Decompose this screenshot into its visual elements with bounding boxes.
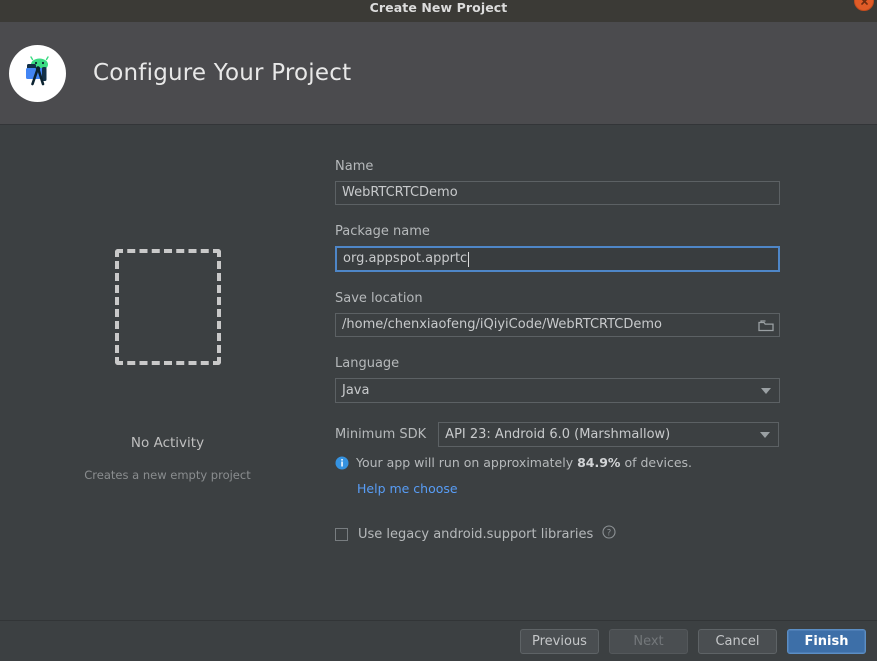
- close-icon[interactable]: [854, 0, 874, 11]
- finish-button[interactable]: Finish: [787, 628, 866, 654]
- save-location-input-value: /home/chenxiaofeng/iQiyiCode/WebRTCRTCDe…: [342, 317, 662, 332]
- legacy-libraries-label: Use legacy android.support libraries: [358, 526, 594, 542]
- android-studio-logo-icon: [9, 44, 66, 102]
- previous-button[interactable]: Previous: [520, 628, 599, 654]
- package-name-input[interactable]: org.appspot.apprtc: [335, 246, 780, 272]
- project-config-form: Name WebRTCRTCDemo Package name org.apps…: [335, 125, 877, 620]
- next-button: Next: [609, 628, 688, 654]
- save-location-input[interactable]: /home/chenxiaofeng/iQiyiCode/WebRTCRTCDe…: [335, 313, 780, 337]
- name-label: Name: [335, 159, 374, 174]
- info-icon: [335, 456, 349, 473]
- window-title-bar: Create New Project: [0, 0, 877, 22]
- question-mark-icon[interactable]: ?: [602, 525, 616, 543]
- page-title: Configure Your Project: [93, 60, 352, 86]
- name-input-value: WebRTCRTCDemo: [342, 185, 458, 200]
- chevron-down-icon: [761, 387, 771, 394]
- legacy-libraries-row: Use legacy android.support libraries ?: [335, 525, 877, 543]
- package-name-field-row: Package name org.appspot.apprtc: [335, 224, 780, 272]
- dashed-square-icon: [114, 249, 221, 365]
- device-coverage-text-before: Your app will run on approximately: [356, 455, 574, 470]
- minimum-sdk-field-row: Minimum SDK API 23: Android 6.0 (Marshma…: [335, 422, 877, 447]
- save-location-field-row: Save location /home/chenxiaofeng/iQiyiCo…: [335, 291, 780, 337]
- language-field-row: Language Java: [335, 356, 780, 403]
- device-coverage-percent: 84.9%: [577, 455, 621, 470]
- activity-template-description: Creates a new empty project: [84, 468, 251, 482]
- dialog-header: Configure Your Project: [0, 22, 877, 125]
- activity-preview-panel: No Activity Creates a new empty project: [0, 125, 335, 620]
- activity-template-name: No Activity: [130, 435, 205, 451]
- minimum-sdk-label: Minimum SDK: [335, 427, 427, 442]
- name-field-row: Name WebRTCRTCDemo: [335, 159, 780, 205]
- cancel-button[interactable]: Cancel: [698, 628, 777, 654]
- name-input[interactable]: WebRTCRTCDemo: [335, 181, 780, 205]
- dialog-body: No Activity Creates a new empty project …: [0, 125, 877, 620]
- device-coverage-note: Your app will run on approximately 84.9%…: [335, 455, 877, 473]
- device-coverage-text-after: of devices.: [624, 455, 693, 470]
- save-location-label: Save location: [335, 291, 423, 306]
- package-name-label: Package name: [335, 224, 430, 239]
- language-select-value: Java: [342, 383, 370, 398]
- dialog-footer: Previous Next Cancel Finish: [0, 620, 877, 661]
- legacy-libraries-checkbox[interactable]: [335, 527, 348, 541]
- minimum-sdk-select[interactable]: API 23: Android 6.0 (Marshmallow): [438, 422, 780, 447]
- minimum-sdk-select-value: API 23: Android 6.0 (Marshmallow): [445, 427, 671, 442]
- help-me-choose-link[interactable]: Help me choose: [357, 481, 458, 496]
- package-name-input-value: org.appspot.apprtc: [343, 251, 468, 266]
- text-caret: [468, 251, 470, 267]
- folder-icon[interactable]: [753, 315, 778, 335]
- svg-text:?: ?: [607, 528, 612, 538]
- chevron-down-icon: [760, 431, 771, 438]
- window-title: Create New Project: [369, 0, 508, 15]
- language-label: Language: [335, 356, 400, 371]
- language-select[interactable]: Java: [335, 378, 780, 403]
